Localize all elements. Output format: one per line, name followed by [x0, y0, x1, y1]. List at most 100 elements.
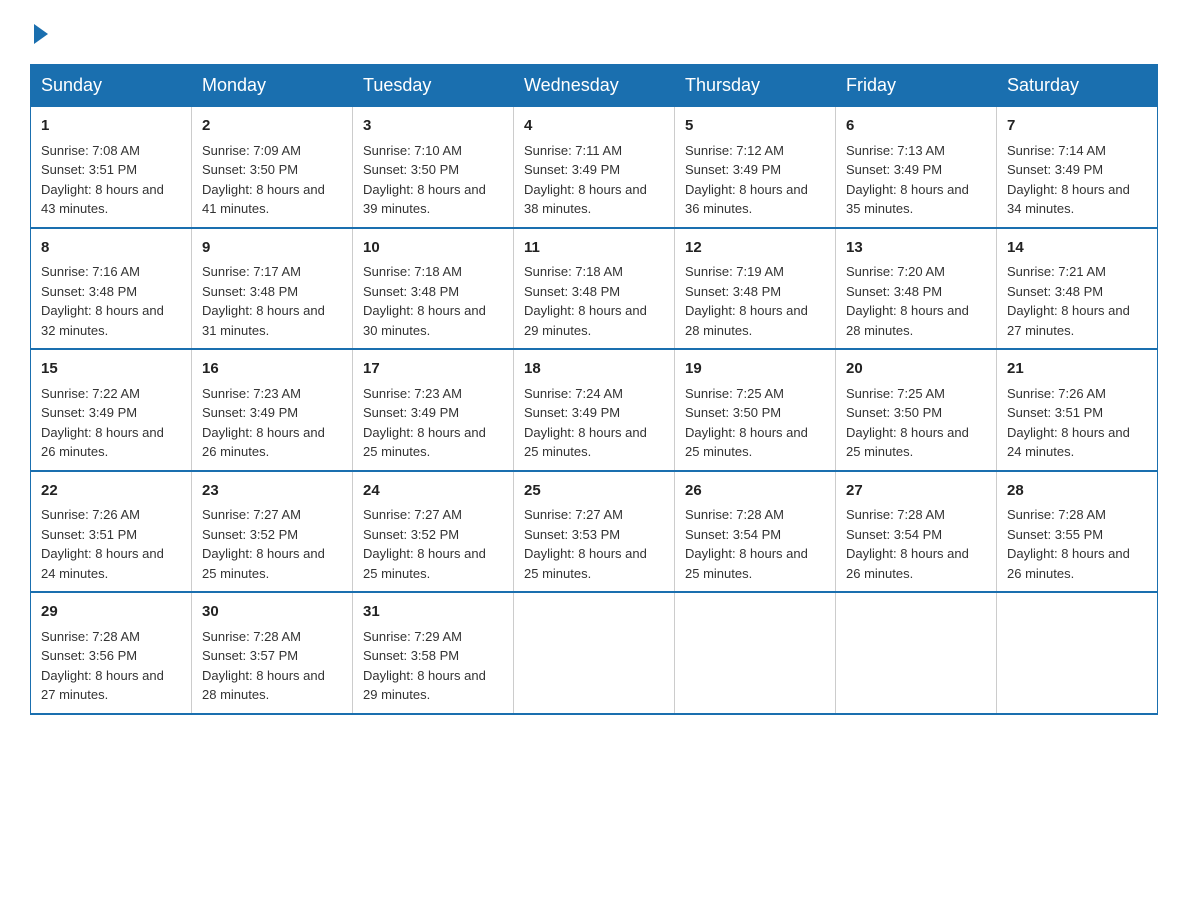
day-daylight: Daylight: 8 hours and 26 minutes. [1007, 544, 1147, 583]
day-cell: 22Sunrise: 7:26 AMSunset: 3:51 PMDayligh… [31, 471, 192, 593]
day-sunrise: Sunrise: 7:26 AM [1007, 384, 1147, 404]
day-sunset: Sunset: 3:54 PM [846, 525, 986, 545]
day-sunset: Sunset: 3:51 PM [41, 525, 181, 545]
day-sunrise: Sunrise: 7:13 AM [846, 141, 986, 161]
day-daylight: Daylight: 8 hours and 25 minutes. [685, 423, 825, 462]
day-sunrise: Sunrise: 7:27 AM [363, 505, 503, 525]
day-number: 17 [363, 358, 503, 381]
day-number: 31 [363, 601, 503, 624]
day-number: 4 [524, 115, 664, 138]
day-sunrise: Sunrise: 7:27 AM [524, 505, 664, 525]
day-cell: 19Sunrise: 7:25 AMSunset: 3:50 PMDayligh… [675, 349, 836, 471]
day-daylight: Daylight: 8 hours and 27 minutes. [41, 666, 181, 705]
day-number: 18 [524, 358, 664, 381]
day-daylight: Daylight: 8 hours and 32 minutes. [41, 301, 181, 340]
day-number: 26 [685, 480, 825, 503]
day-cell: 12Sunrise: 7:19 AMSunset: 3:48 PMDayligh… [675, 228, 836, 350]
header-cell-monday: Monday [192, 65, 353, 107]
day-sunrise: Sunrise: 7:24 AM [524, 384, 664, 404]
week-row-5: 29Sunrise: 7:28 AMSunset: 3:56 PMDayligh… [31, 592, 1158, 714]
day-cell: 18Sunrise: 7:24 AMSunset: 3:49 PMDayligh… [514, 349, 675, 471]
day-cell: 11Sunrise: 7:18 AMSunset: 3:48 PMDayligh… [514, 228, 675, 350]
day-sunset: Sunset: 3:49 PM [1007, 160, 1147, 180]
day-sunrise: Sunrise: 7:18 AM [524, 262, 664, 282]
day-daylight: Daylight: 8 hours and 28 minutes. [685, 301, 825, 340]
day-cell [675, 592, 836, 714]
day-number: 22 [41, 480, 181, 503]
day-sunset: Sunset: 3:52 PM [363, 525, 503, 545]
day-sunrise: Sunrise: 7:28 AM [685, 505, 825, 525]
day-sunset: Sunset: 3:49 PM [846, 160, 986, 180]
day-daylight: Daylight: 8 hours and 27 minutes. [1007, 301, 1147, 340]
day-sunset: Sunset: 3:48 PM [524, 282, 664, 302]
header-cell-thursday: Thursday [675, 65, 836, 107]
day-cell: 7 Sunrise: 7:14 AMSunset: 3:49 PMDaylight… [997, 107, 1158, 228]
week-row-4: 22Sunrise: 7:26 AMSunset: 3:51 PMDayligh… [31, 471, 1158, 593]
day-number: 24 [363, 480, 503, 503]
day-number: 3 [363, 115, 503, 138]
day-sunrise: Sunrise: 7:12 AM [685, 141, 825, 161]
day-daylight: Daylight: 8 hours and 30 minutes. [363, 301, 503, 340]
day-number: 12 [685, 237, 825, 260]
day-number: 23 [202, 480, 342, 503]
header-cell-saturday: Saturday [997, 65, 1158, 107]
day-sunset: Sunset: 3:50 PM [685, 403, 825, 423]
day-number: 25 [524, 480, 664, 503]
day-number: 21 [1007, 358, 1147, 381]
day-daylight: Daylight: 8 hours and 41 minutes. [202, 180, 342, 219]
day-cell: 13Sunrise: 7:20 AMSunset: 3:48 PMDayligh… [836, 228, 997, 350]
day-number: 10 [363, 237, 503, 260]
day-sunrise: Sunrise: 7:25 AM [685, 384, 825, 404]
day-sunrise: Sunrise: 7:29 AM [363, 627, 503, 647]
day-number: 15 [41, 358, 181, 381]
day-number: 2 [202, 115, 342, 138]
day-cell: 23Sunrise: 7:27 AMSunset: 3:52 PMDayligh… [192, 471, 353, 593]
day-cell: 2Sunrise: 7:09 AMSunset: 3:50 PMDaylight… [192, 107, 353, 228]
day-sunrise: Sunrise: 7:23 AM [363, 384, 503, 404]
day-sunrise: Sunrise: 7:22 AM [41, 384, 181, 404]
day-cell: 21 Sunrise: 7:26 AMSunset: 3:51 PMDayligh… [997, 349, 1158, 471]
day-sunrise: Sunrise: 7:20 AM [846, 262, 986, 282]
day-cell: 9Sunrise: 7:17 AMSunset: 3:48 PMDaylight… [192, 228, 353, 350]
day-sunset: Sunset: 3:51 PM [1007, 403, 1147, 423]
header-cell-friday: Friday [836, 65, 997, 107]
day-sunrise: Sunrise: 7:25 AM [846, 384, 986, 404]
day-cell: 29Sunrise: 7:28 AMSunset: 3:56 PMDayligh… [31, 592, 192, 714]
day-sunrise: Sunrise: 7:19 AM [685, 262, 825, 282]
day-number: 9 [202, 237, 342, 260]
day-sunrise: Sunrise: 7:08 AM [41, 141, 181, 161]
day-cell: 10Sunrise: 7:18 AMSunset: 3:48 PMDayligh… [353, 228, 514, 350]
week-row-1: 1 Sunrise: 7:08 AMSunset: 3:51 PM Daylight… [31, 107, 1158, 228]
day-sunrise: Sunrise: 7:14 AM [1007, 141, 1147, 161]
week-row-2: 8Sunrise: 7:16 AMSunset: 3:48 PMDaylight… [31, 228, 1158, 350]
day-daylight: Daylight: 8 hours and 35 minutes. [846, 180, 986, 219]
day-daylight: Daylight: 8 hours and 38 minutes. [524, 180, 664, 219]
day-cell: 14Sunrise: 7:21 AMSunset: 3:48 PMDayligh… [997, 228, 1158, 350]
day-daylight: Daylight: 8 hours and 31 minutes. [202, 301, 342, 340]
day-sunset: Sunset: 3:49 PM [363, 403, 503, 423]
day-sunset: Sunset: 3:48 PM [1007, 282, 1147, 302]
day-number: 6 [846, 115, 986, 138]
day-daylight: Daylight: 8 hours and 25 minutes. [846, 423, 986, 462]
day-daylight: Daylight: 8 hours and 28 minutes. [846, 301, 986, 340]
day-sunset: Sunset: 3:55 PM [1007, 525, 1147, 545]
day-cell: 15Sunrise: 7:22 AMSunset: 3:49 PMDayligh… [31, 349, 192, 471]
day-sunset: Sunset: 3:51 PM [41, 160, 181, 180]
day-daylight: Daylight: 8 hours and 26 minutes. [41, 423, 181, 462]
day-daylight: Daylight: 8 hours and 34 minutes. [1007, 180, 1147, 219]
day-number: 1 [41, 115, 181, 138]
day-daylight: Daylight: 8 hours and 24 minutes. [1007, 423, 1147, 462]
week-row-3: 15 Sunrise: 7:22 AM Sunset: 3:49 PM Dayligh… [31, 349, 1158, 471]
day-sunset: Sunset: 3:57 PM [202, 646, 342, 666]
day-daylight: Daylight: 8 hours and 29 minutes. [363, 666, 503, 705]
day-number: 13 [846, 237, 986, 260]
day-number: 11 [524, 237, 664, 260]
day-sunset: Sunset: 3:54 PM [685, 525, 825, 545]
day-sunrise: Sunrise: 7:28 AM [41, 627, 181, 647]
day-daylight: Daylight: 8 hours and 29 minutes. [524, 301, 664, 340]
day-cell: 26Sunrise: 7:28 AMSunset: 3:54 PMDayligh… [675, 471, 836, 593]
day-daylight: Daylight: 8 hours and 25 minutes. [524, 544, 664, 583]
day-number: 8 [41, 237, 181, 260]
day-cell: 16Sunrise: 7:23 AMSunset: 3:49 PMDayligh… [192, 349, 353, 471]
day-number: 7 [1007, 115, 1147, 138]
